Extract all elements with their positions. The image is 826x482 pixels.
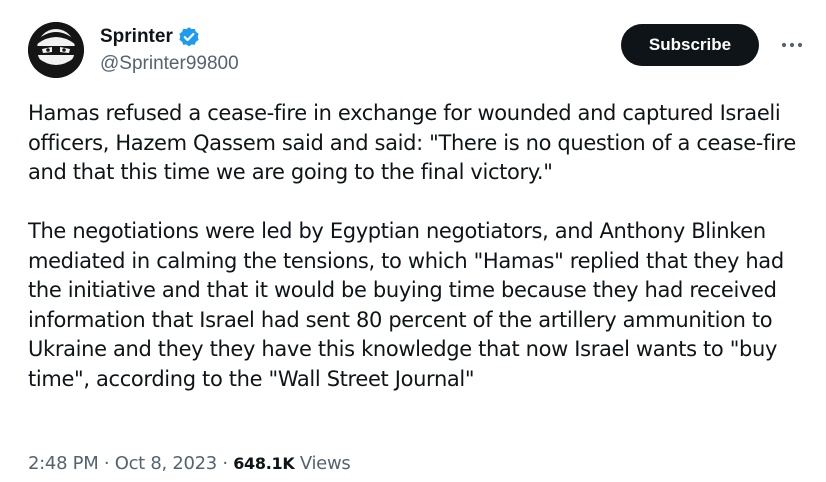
verified-badge-icon[interactable] (178, 26, 200, 48)
author-info: Sprinter @Sprinter99800 (100, 24, 239, 77)
subscribe-button[interactable]: Subscribe (621, 24, 759, 66)
views-count[interactable]: 648.1K (233, 454, 295, 473)
meta-separator: · (103, 453, 110, 474)
tweet-paragraph-1: Hamas refused a cease-fire in exchange f… (28, 101, 796, 184)
tweet-date[interactable]: Oct 8, 2023 (115, 453, 218, 474)
display-name-row: Sprinter (100, 24, 239, 50)
tweet-card: Sprinter @Sprinter99800 Subscribe Hamas … (0, 0, 826, 482)
tweet-meta: 2:48 PM · Oct 8, 2023 · 648.1K Views (28, 452, 351, 476)
meta-separator: · (222, 453, 228, 474)
ninja-avatar-icon[interactable] (28, 22, 84, 78)
display-name[interactable]: Sprinter (100, 24, 173, 50)
tweet-text: Hamas refused a cease-fire in exchange f… (28, 99, 818, 394)
author-handle[interactable]: @Sprinter99800 (100, 51, 239, 77)
tweet-time[interactable]: 2:48 PM (28, 453, 99, 474)
tweet-header: Sprinter @Sprinter99800 Subscribe (28, 22, 806, 82)
more-dots-icon[interactable] (778, 34, 806, 56)
views-label[interactable]: Views (300, 453, 351, 474)
tweet-paragraph-2: The negotiations were led by Egyptian ne… (28, 219, 784, 391)
